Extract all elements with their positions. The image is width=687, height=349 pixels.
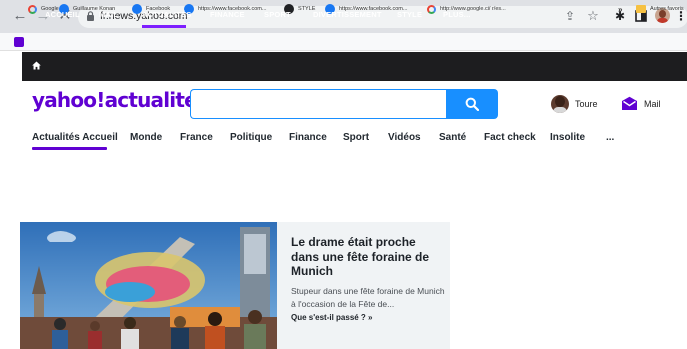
nav-finance[interactable]: FINANCE [210,10,245,19]
user-name[interactable]: Toure [575,99,598,109]
tab-france[interactable]: France [180,132,213,143]
google-icon [427,4,436,14]
bookmarks-bar [0,33,687,51]
search-input[interactable] [190,89,446,119]
mail-link[interactable]: Mail [644,99,661,109]
tab-fact-check[interactable]: Fact check [484,132,536,143]
user-avatar[interactable] [551,95,569,113]
tab-politique[interactable]: Politique [230,132,272,143]
search-button[interactable] [446,89,498,119]
nav-sport[interactable]: SPORT [264,10,291,19]
nav-accueil[interactable]: ACCUEIL [45,10,80,19]
nav-active-indicator [142,25,186,28]
tab-sante[interactable]: Santé [439,132,466,143]
tab-monde[interactable]: Monde [130,132,162,143]
back-arrow-icon[interactable]: ← [12,8,28,24]
nav-plus[interactable]: PLUS... [443,10,471,19]
article-description: Stupeur dans une fête foraine de Munich … [291,286,445,309]
google-icon [28,4,37,14]
folder-icon [636,5,646,13]
tab-finance[interactable]: Finance [289,132,327,143]
article-card[interactable]: Le drame était proche dans une fête fora… [20,222,450,349]
article-title[interactable]: Le drame était proche dans une fête fora… [291,235,441,279]
tab-actualites-accueil[interactable]: Actualités Accueil [32,132,118,143]
nav-mail[interactable]: MAIL [99,10,118,19]
mail-icon[interactable] [621,96,638,111]
nav-actualites[interactable]: ACTUALITÉS [142,10,192,19]
yahoo-actualites-logo[interactable]: yahoo!actualités [32,88,209,112]
home-icon[interactable] [32,61,41,70]
more-bookmarks-button[interactable]: » [618,3,622,15]
search-icon [465,97,479,111]
nav-style[interactable]: STYLE [397,10,422,19]
facebook-icon [132,4,142,14]
share-icon[interactable]: ⇪ [563,9,577,23]
bookmark-star-icon[interactable]: ☆ [586,9,600,23]
other-bookmarks-folder[interactable]: Autres favoris [636,3,684,15]
article-read-more-link[interactable]: Que s'est-il passé ? » [291,313,373,322]
tab-more[interactable]: ... [606,132,614,143]
yahoo-top-nav [22,52,687,81]
tab-sport[interactable]: Sport [343,132,369,143]
nav-divertissement[interactable]: DIVERTISSEMENT [313,10,382,19]
tab-active-indicator [32,147,107,150]
tab-videos[interactable]: Vidéos [388,132,421,143]
article-image[interactable] [20,222,277,349]
tab-insolite[interactable]: Insolite [550,132,585,143]
yahoo-favicon-icon[interactable] [14,37,24,47]
